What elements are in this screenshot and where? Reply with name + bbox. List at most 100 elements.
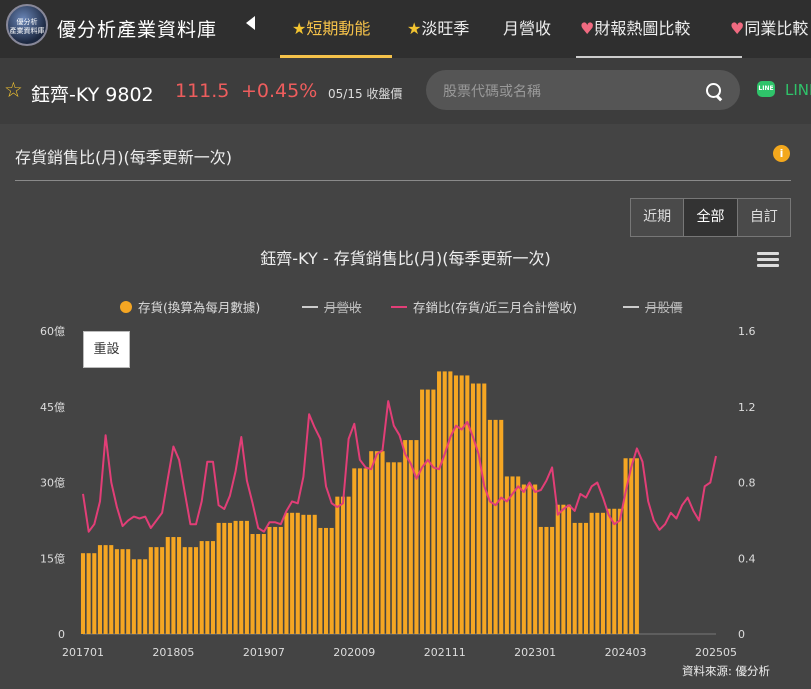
inventory-bar bbox=[137, 559, 142, 634]
inventory-bar bbox=[470, 383, 476, 634]
x-tick-label: 202111 bbox=[424, 646, 466, 659]
y-left-tick-label: 15億 bbox=[40, 552, 65, 565]
x-tick-label: 201907 bbox=[243, 646, 285, 659]
inventory-bar bbox=[233, 520, 238, 634]
inventory-bar bbox=[369, 451, 374, 634]
inventory-bar bbox=[284, 512, 289, 634]
x-tick-label: 201805 bbox=[152, 646, 194, 659]
inventory-bar bbox=[600, 512, 605, 634]
inventory-bar bbox=[86, 553, 91, 634]
inventory-bar bbox=[612, 508, 617, 634]
inventory-bar bbox=[555, 504, 560, 634]
inventory-bar bbox=[521, 484, 526, 634]
inventory-bar bbox=[154, 547, 159, 634]
inventory-bar bbox=[459, 375, 464, 634]
inventory-bar bbox=[453, 375, 459, 634]
y-right-tick-label: 1.6 bbox=[738, 325, 756, 338]
inventory-bar bbox=[482, 383, 487, 634]
y-left-tick-label: 45億 bbox=[40, 401, 65, 414]
inventory-bar bbox=[103, 545, 108, 634]
inventory-bar bbox=[340, 496, 346, 634]
inventory-bar bbox=[188, 547, 193, 634]
inventory-bar bbox=[250, 534, 255, 634]
x-tick-label: 201701 bbox=[62, 646, 104, 659]
inventory-bar bbox=[256, 534, 261, 634]
inventory-bar bbox=[431, 389, 436, 634]
inventory-bar bbox=[301, 514, 306, 634]
inventory-bar bbox=[391, 462, 396, 634]
inventory-bar bbox=[634, 458, 639, 634]
inventory-bar bbox=[420, 389, 425, 634]
x-tick-label: 202505 bbox=[695, 646, 737, 659]
inventory-bar bbox=[109, 545, 114, 634]
inventory-bar bbox=[182, 547, 187, 634]
inventory-bar bbox=[222, 522, 227, 634]
inventory-bar bbox=[143, 559, 148, 634]
inventory-bar bbox=[437, 371, 442, 634]
inventory-bar bbox=[527, 484, 532, 634]
inventory-bar bbox=[578, 522, 583, 634]
inventory-bar bbox=[380, 451, 385, 634]
inventory-bar bbox=[126, 549, 131, 634]
inventory-bar bbox=[278, 526, 283, 634]
y-left-tick-label: 30億 bbox=[40, 477, 65, 490]
inventory-bar bbox=[92, 553, 97, 634]
inventory-bar bbox=[227, 522, 232, 634]
inventory-bar bbox=[273, 526, 278, 634]
inventory-bar bbox=[363, 468, 368, 634]
inventory-bar bbox=[312, 514, 317, 634]
inventory-bar bbox=[323, 527, 329, 634]
inventory-bar bbox=[538, 526, 543, 634]
y-left-tick-label: 0 bbox=[58, 628, 65, 641]
inventory-bar bbox=[499, 419, 504, 634]
inventory-bar bbox=[493, 419, 498, 634]
inventory-bar bbox=[346, 496, 351, 634]
inventory-bar bbox=[335, 496, 340, 634]
inventory-bar bbox=[239, 520, 244, 634]
inventory-bar bbox=[617, 508, 622, 634]
inventory-bar bbox=[414, 440, 419, 634]
inventory-bar bbox=[210, 541, 216, 634]
y-right-tick-label: 0.4 bbox=[738, 552, 756, 565]
inventory-bar bbox=[80, 553, 86, 634]
inventory-bar bbox=[352, 468, 357, 634]
inventory-bar bbox=[357, 468, 362, 634]
inventory-bar bbox=[606, 508, 611, 634]
inventory-bar bbox=[561, 504, 566, 634]
inventory-bar bbox=[171, 537, 176, 634]
inventory-bar bbox=[97, 545, 102, 634]
inventory-bar bbox=[425, 389, 430, 634]
inventory-bar bbox=[572, 522, 577, 634]
inventory-bar bbox=[448, 371, 453, 634]
inventory-bar bbox=[595, 512, 600, 634]
y-right-tick-label: 0.8 bbox=[738, 477, 756, 490]
x-tick-label: 202009 bbox=[333, 646, 375, 659]
inventory-bar bbox=[160, 547, 165, 634]
inventory-bar bbox=[148, 547, 153, 634]
inventory-bar bbox=[583, 522, 589, 634]
inventory-bar bbox=[397, 462, 402, 634]
reset-zoom-button[interactable]: 重設 bbox=[83, 331, 130, 368]
inventory-bar bbox=[120, 549, 125, 634]
inventory-bar bbox=[510, 476, 515, 634]
inventory-bar bbox=[290, 512, 295, 634]
inventory-bar bbox=[307, 514, 312, 634]
inventory-bar bbox=[205, 541, 210, 634]
inventory-bar bbox=[261, 534, 266, 634]
inventory-bar bbox=[165, 537, 170, 634]
y-right-tick-label: 1.2 bbox=[738, 401, 756, 414]
inventory-bar bbox=[629, 458, 634, 634]
x-tick-label: 202301 bbox=[514, 646, 556, 659]
inventory-bar bbox=[114, 549, 119, 634]
inventory-bar bbox=[199, 541, 204, 634]
inventory-bar bbox=[465, 375, 470, 634]
inventory-bar bbox=[267, 526, 272, 634]
inventory-bar bbox=[374, 451, 379, 634]
inventory-bar bbox=[244, 520, 249, 634]
inventory-bar bbox=[550, 526, 555, 634]
inventory-bar bbox=[516, 476, 521, 634]
y-right-tick-label: 0 bbox=[738, 628, 745, 641]
inventory-bar bbox=[442, 371, 447, 634]
inventory-bar bbox=[194, 547, 199, 634]
inventory-bar bbox=[318, 527, 323, 634]
